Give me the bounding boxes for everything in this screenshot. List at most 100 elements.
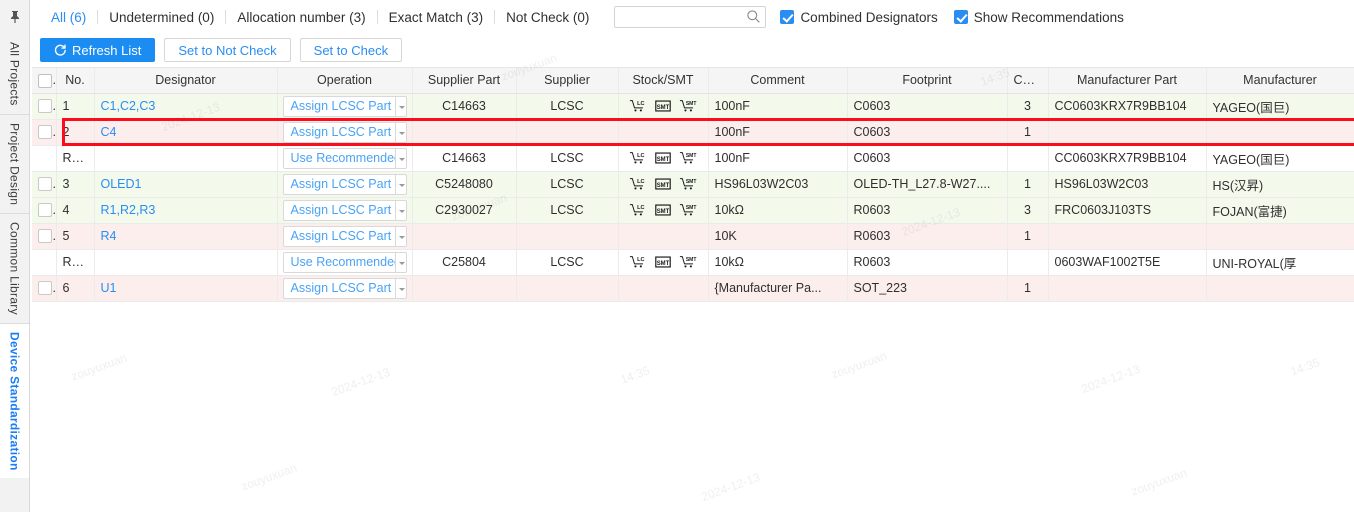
chevron-down-icon[interactable] bbox=[394, 147, 407, 169]
filter-tab-exact-match[interactable]: Exact Match (3) bbox=[378, 10, 495, 25]
row-select-cell[interactable] bbox=[32, 93, 57, 120]
sidebar-item-common-library[interactable]: Common Library bbox=[0, 213, 29, 324]
smt-box-icon[interactable]: SMT bbox=[654, 99, 672, 113]
cell-designator[interactable]: OLED1 bbox=[94, 171, 278, 198]
cell-operation[interactable]: Assign LCSC Part bbox=[277, 223, 413, 250]
cart-smt-icon[interactable]: SMT bbox=[679, 99, 697, 113]
chevron-down-icon[interactable] bbox=[394, 251, 407, 273]
column-header-manufacturer-part[interactable]: Manufacturer Part bbox=[1048, 68, 1207, 94]
refresh-list-button[interactable]: Refresh List bbox=[40, 38, 156, 62]
cart-lc-icon[interactable]: LC bbox=[629, 151, 647, 165]
table-row[interactable]: 1 C1,C2,C3 Assign LCSC Part C14663 LCSC … bbox=[32, 93, 1354, 120]
smt-box-icon[interactable]: SMT bbox=[654, 151, 672, 165]
operation-button[interactable]: Assign LCSC Part bbox=[282, 173, 395, 195]
cell-operation[interactable]: Use Recommended D bbox=[277, 145, 413, 172]
row-checkbox[interactable] bbox=[38, 125, 52, 140]
filter-tab-allocation-number[interactable]: Allocation number (3) bbox=[226, 10, 376, 25]
chevron-down-icon[interactable] bbox=[394, 225, 407, 247]
row-select-cell[interactable] bbox=[32, 145, 57, 172]
cell-designator[interactable] bbox=[94, 145, 278, 172]
cell-designator[interactable]: R1,R2,R3 bbox=[94, 197, 278, 224]
row-checkbox[interactable] bbox=[38, 99, 52, 114]
column-header-no[interactable]: No. bbox=[56, 68, 95, 94]
row-select-cell[interactable] bbox=[32, 197, 57, 224]
operation-button[interactable]: Use Recommended D bbox=[282, 147, 395, 169]
cell-operation[interactable]: Assign LCSC Part bbox=[277, 119, 413, 146]
pin-button[interactable] bbox=[0, 0, 29, 34]
chevron-down-icon[interactable] bbox=[394, 95, 407, 117]
cart-lc-icon[interactable]: LC bbox=[629, 255, 647, 269]
cart-smt-icon[interactable]: SMT bbox=[679, 177, 697, 191]
sidebar-item-all-projects[interactable]: All Projects bbox=[0, 34, 29, 115]
chevron-down-icon[interactable] bbox=[394, 277, 407, 299]
chevron-down-icon[interactable] bbox=[394, 199, 407, 221]
column-header-designator[interactable]: Designator bbox=[94, 68, 278, 94]
cell-designator[interactable]: U1 bbox=[94, 275, 278, 302]
operation-button[interactable]: Assign LCSC Part bbox=[282, 121, 395, 143]
cell-operation[interactable]: Assign LCSC Part bbox=[277, 275, 413, 302]
cart-lc-icon[interactable]: LC bbox=[629, 99, 647, 113]
cart-smt-icon[interactable]: SMT bbox=[679, 203, 697, 217]
column-header-operation[interactable]: Operation bbox=[277, 68, 413, 94]
column-header-supplier-part[interactable]: Supplier Part bbox=[412, 68, 517, 94]
filter-tab-all[interactable]: All (6) bbox=[40, 10, 97, 25]
set-to-not-check-button[interactable]: Set to Not Check bbox=[164, 38, 291, 62]
cart-smt-icon[interactable]: SMT bbox=[679, 255, 697, 269]
table-row[interactable]: 6 U1 Assign LCSC Part {Manufacturer Pa..… bbox=[32, 275, 1354, 302]
cart-smt-icon[interactable]: SMT bbox=[679, 151, 697, 165]
row-select-cell[interactable] bbox=[32, 171, 57, 198]
column-header-stock-smt[interactable]: Stock/SMT bbox=[618, 68, 709, 94]
set-to-check-button[interactable]: Set to Check bbox=[299, 38, 403, 62]
row-select-cell[interactable] bbox=[32, 249, 57, 276]
sidebar-item-device-standardization[interactable]: Device Standardization bbox=[0, 323, 29, 479]
smt-box-icon[interactable]: SMT bbox=[654, 255, 672, 269]
filter-tab-undetermined[interactable]: Undetermined (0) bbox=[98, 10, 225, 25]
chevron-down-icon[interactable] bbox=[394, 121, 407, 143]
cell-operation[interactable]: Assign LCSC Part bbox=[277, 171, 413, 198]
checkbox-icon[interactable] bbox=[953, 10, 968, 24]
cell-designator[interactable]: C4 bbox=[94, 119, 278, 146]
checkbox-icon[interactable] bbox=[780, 10, 795, 24]
column-header-manufacturer[interactable]: Manufacturer bbox=[1206, 68, 1354, 94]
cell-operation[interactable]: Use Recommended D bbox=[277, 249, 413, 276]
cell-operation[interactable]: Assign LCSC Part bbox=[277, 197, 413, 224]
row-checkbox[interactable] bbox=[38, 281, 52, 296]
operation-button[interactable]: Use Recommended D bbox=[282, 251, 395, 273]
smt-box-icon[interactable]: SMT bbox=[654, 203, 672, 217]
row-checkbox[interactable] bbox=[38, 203, 52, 218]
filter-tab-not-check[interactable]: Not Check (0) bbox=[495, 10, 600, 25]
table-row[interactable]: Rec... Use Recommended D C14663 LCSC LC … bbox=[32, 145, 1354, 172]
show-recommendations-checkbox[interactable]: Show Recommendations bbox=[953, 10, 1124, 25]
select-all-checkbox[interactable] bbox=[38, 73, 52, 88]
operation-button[interactable]: Assign LCSC Part bbox=[282, 225, 395, 247]
row-checkbox[interactable] bbox=[38, 229, 52, 244]
cell-designator[interactable]: R4 bbox=[94, 223, 278, 250]
cell-designator[interactable] bbox=[94, 249, 278, 276]
table-row[interactable]: Rec... Use Recommended D C25804 LCSC LC … bbox=[32, 249, 1354, 276]
sidebar-item-project-design[interactable]: Project Design bbox=[0, 114, 29, 214]
operation-button[interactable]: Assign LCSC Part bbox=[282, 95, 395, 117]
table-row[interactable]: 5 R4 Assign LCSC Part 10K R0603 1 bbox=[32, 223, 1354, 250]
cell-operation[interactable]: Assign LCSC Part bbox=[277, 93, 413, 120]
combined-designators-checkbox[interactable]: Combined Designators bbox=[780, 10, 938, 25]
column-header-count[interactable]: Count bbox=[1007, 68, 1049, 94]
search-input[interactable] bbox=[614, 6, 767, 28]
table-row[interactable]: 4 R1,R2,R3 Assign LCSC Part C2930027 LCS… bbox=[32, 197, 1354, 224]
table-row[interactable]: 2 C4 Assign LCSC Part 100nF C0603 1 bbox=[32, 119, 1354, 146]
operation-button[interactable]: Assign LCSC Part bbox=[282, 199, 395, 221]
row-select-cell[interactable] bbox=[32, 223, 57, 250]
smt-box-icon[interactable]: SMT bbox=[654, 177, 672, 191]
cart-lc-icon[interactable]: LC bbox=[629, 177, 647, 191]
select-all-header[interactable] bbox=[32, 68, 57, 94]
chevron-down-icon[interactable] bbox=[394, 173, 407, 195]
column-header-comment[interactable]: Comment bbox=[708, 68, 848, 94]
row-checkbox[interactable] bbox=[38, 177, 52, 192]
operation-button[interactable]: Assign LCSC Part bbox=[282, 277, 395, 299]
row-select-cell[interactable] bbox=[32, 275, 57, 302]
table-row[interactable]: 3 OLED1 Assign LCSC Part C5248080 LCSC L… bbox=[32, 171, 1354, 198]
cart-lc-icon[interactable]: LC bbox=[629, 203, 647, 217]
cell-designator[interactable]: C1,C2,C3 bbox=[94, 93, 278, 120]
column-header-supplier[interactable]: Supplier bbox=[516, 68, 619, 94]
column-header-footprint[interactable]: Footprint bbox=[847, 68, 1008, 94]
row-select-cell[interactable] bbox=[32, 119, 57, 146]
